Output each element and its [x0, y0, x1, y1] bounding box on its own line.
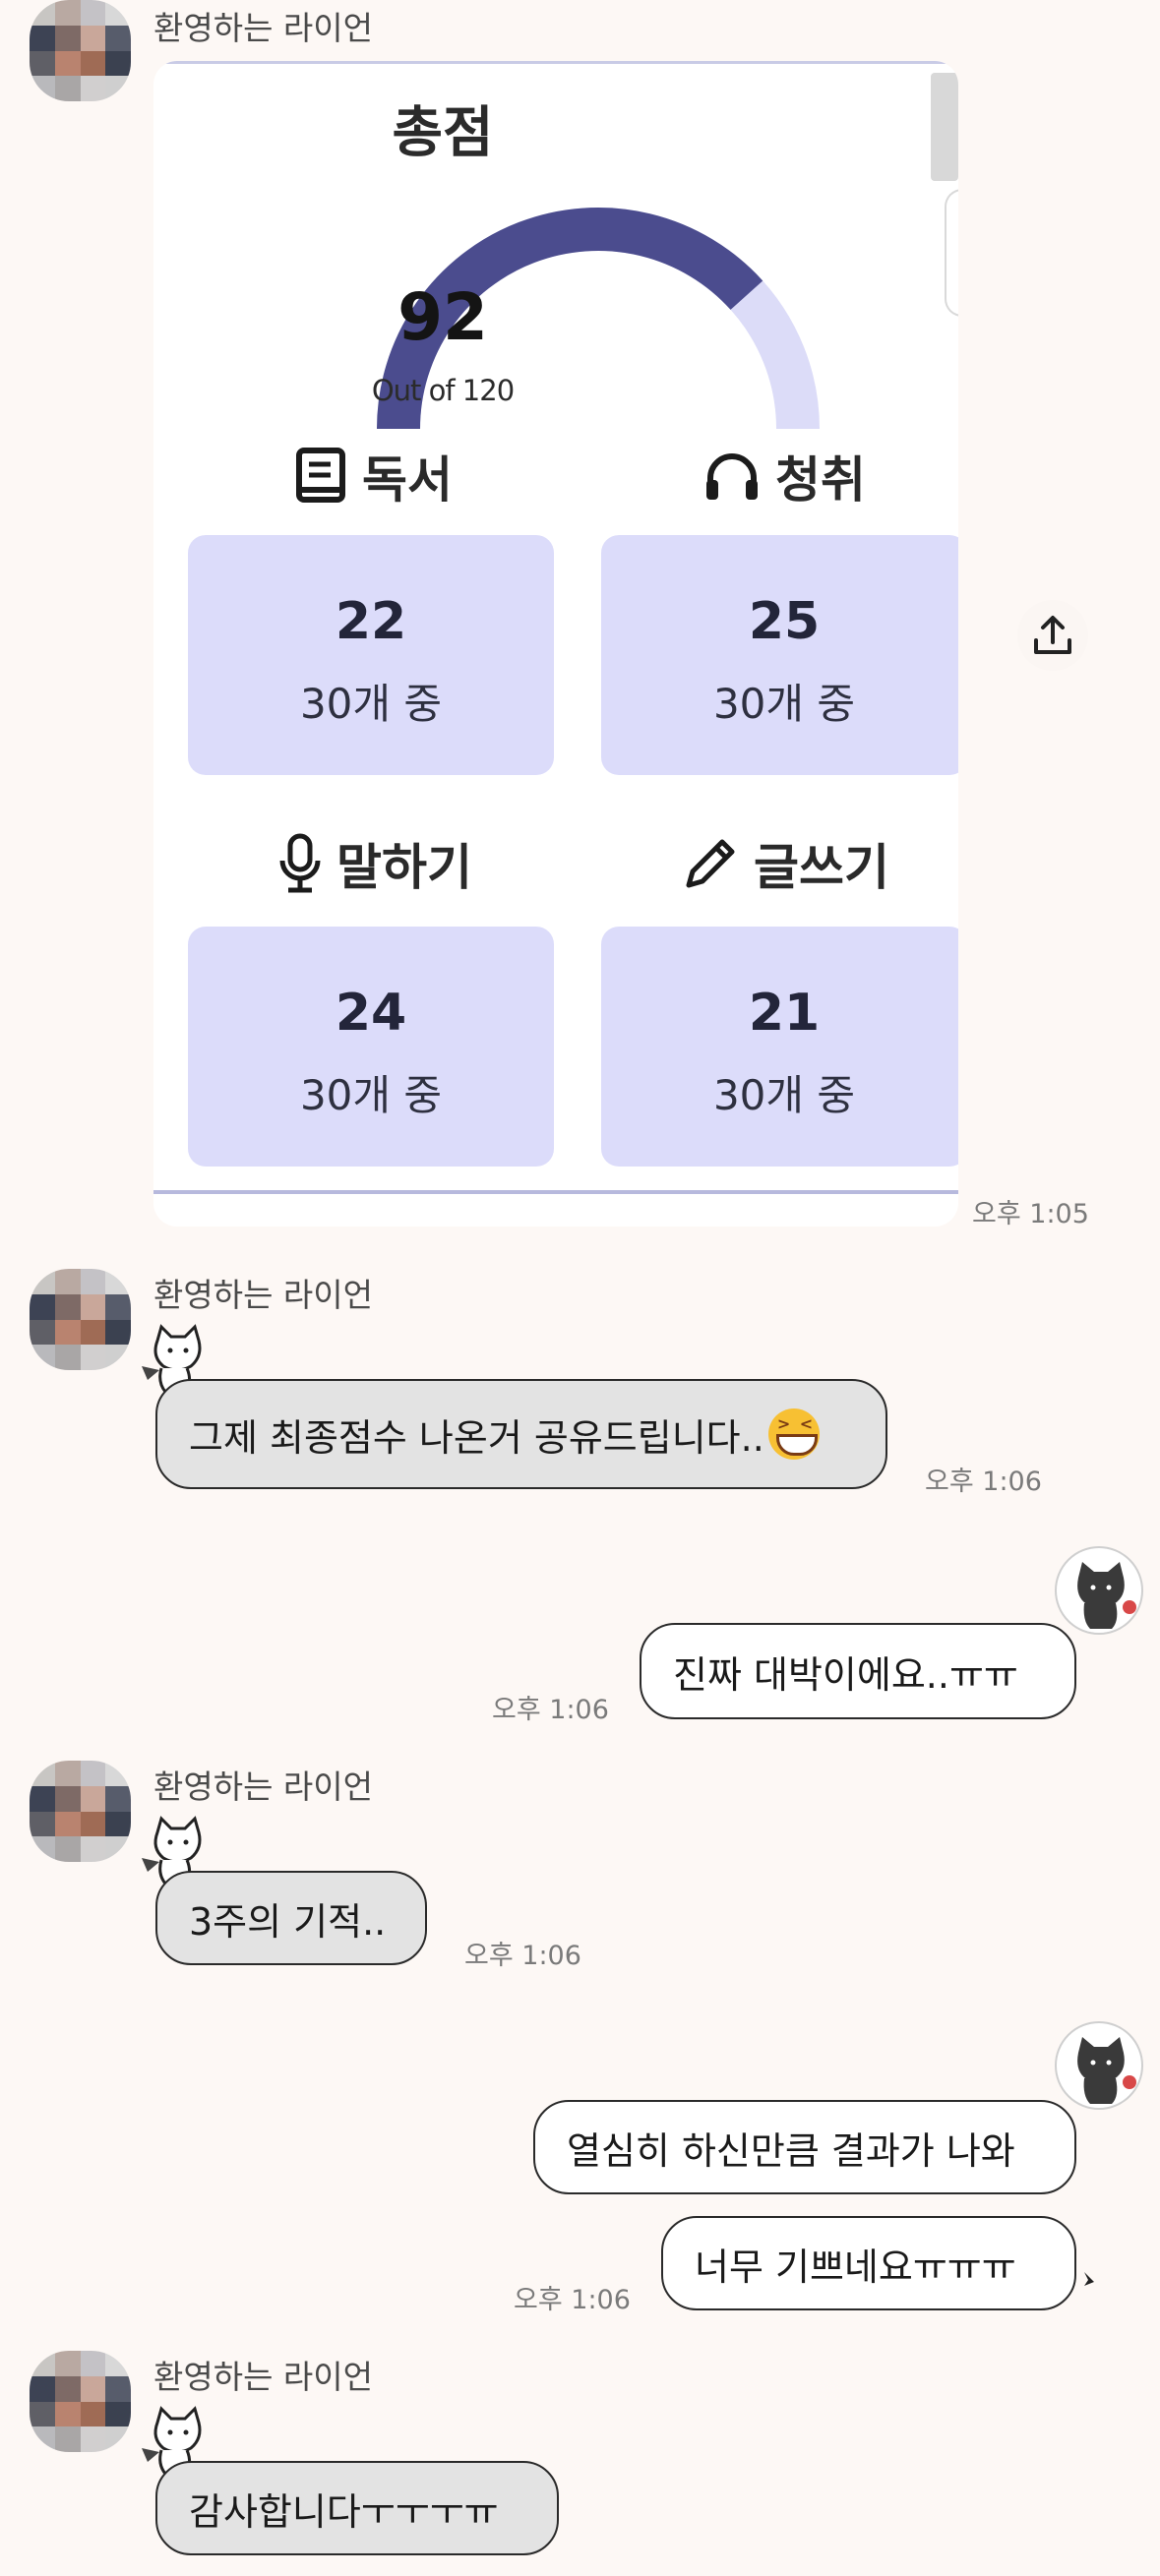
skill-listening-tile: 25 30개 중 [601, 535, 958, 775]
scrollbar [931, 73, 958, 181]
message-text: 그제 최종점수 나온거 공유드립니다.. [189, 1415, 764, 1460]
pencil-icon [686, 839, 735, 888]
skill-speaking-score: 24 [335, 984, 407, 1043]
skill-reading-header: 독서 [295, 441, 453, 511]
side-tab [945, 189, 958, 317]
my-avatar[interactable] [1055, 1546, 1143, 1635]
microphone-icon [279, 833, 321, 893]
score-out-of: Out of 120 [371, 374, 515, 407]
black-cat-icon [1077, 1562, 1136, 1629]
avatar[interactable] [30, 0, 131, 101]
skill-speaking-tile: 24 30개 중 [188, 927, 554, 1167]
my-avatar[interactable] [1055, 2021, 1143, 2110]
avatar[interactable] [30, 2351, 131, 2452]
sender-name: 환영하는 라이언 [153, 9, 374, 47]
message-time: 오후 1:06 [925, 1467, 1042, 1497]
message-text: 감사합니다ㅜㅜㅜㅠ [189, 2489, 499, 2534]
skill-writing-sub: 30개 중 [712, 1071, 856, 1119]
laughing-emoji-icon [767, 1408, 820, 1460]
book-icon [296, 448, 345, 503]
divider [153, 61, 958, 64]
score-card-image[interactable]: 총점 92 Out of 120 독서 청취 22 30개 중 25 30개 중 [153, 61, 958, 1227]
message-text: 열심히 하신만큼 결과가 나와 [567, 2128, 1015, 2173]
skill-writing-header: 글쓰기 [681, 828, 889, 899]
skill-listening-header: 청취 [702, 441, 866, 511]
skill-reading-score: 22 [335, 592, 407, 651]
skill-writing-tile: 21 30개 중 [601, 927, 958, 1167]
skill-reading-sub: 30개 중 [299, 680, 443, 728]
skill-speaking-header: 말하기 [277, 828, 472, 899]
sender-name: 환영하는 라이언 [153, 1767, 374, 1806]
skill-listening-sub: 30개 중 [712, 680, 856, 728]
message-bubble[interactable]: 그제 최종점수 나온거 공유드립니다.. [155, 1379, 887, 1489]
message-text: 진짜 대박이에요..ㅠㅠ [673, 1652, 1018, 1697]
black-cat-icon [1077, 2037, 1136, 2104]
share-button[interactable] [1017, 600, 1088, 671]
message-bubble[interactable]: 3주의 기적.. [155, 1871, 427, 1965]
message-bubble[interactable]: 너무 기쁘네요ㅠㅠㅠ [661, 2216, 1076, 2310]
skill-writing-score: 21 [748, 984, 821, 1043]
message-text: 너무 기쁘네요ㅠㅠㅠ [695, 2245, 1016, 2289]
total-score: 92 [397, 279, 488, 355]
message-time: 오후 1:06 [464, 1941, 581, 1971]
skill-reading-label: 독서 [362, 451, 453, 509]
skill-listening-label: 청취 [775, 451, 866, 509]
sender-name: 환영하는 라이언 [153, 2358, 374, 2396]
message-bubble[interactable]: 감사합니다ㅜㅜㅜㅠ [155, 2461, 559, 2555]
skill-reading-tile: 22 30개 중 [188, 535, 554, 775]
sender-name: 환영하는 라이언 [153, 1276, 374, 1314]
devil-tail-icon [1074, 2272, 1094, 2286]
skill-speaking-sub: 30개 중 [299, 1071, 443, 1119]
card-title: 총점 [392, 101, 494, 165]
message-time: 오후 1:06 [492, 1695, 609, 1725]
avatar[interactable] [30, 1269, 131, 1370]
message-text: 3주의 기적.. [189, 1899, 387, 1944]
headphones-icon [706, 453, 758, 500]
message-time: 오후 1:05 [972, 1199, 1089, 1229]
avatar[interactable] [30, 1761, 131, 1862]
share-icon [1034, 616, 1071, 654]
message-bubble[interactable]: 열심히 하신만큼 결과가 나와 [533, 2100, 1076, 2194]
skill-listening-score: 25 [748, 592, 821, 651]
message-time: 오후 1:06 [514, 2285, 631, 2315]
message-bubble[interactable]: 진짜 대박이에요..ㅠㅠ [640, 1623, 1076, 1719]
skill-speaking-label: 말하기 [336, 839, 472, 896]
divider [153, 1190, 958, 1194]
skill-writing-label: 글쓰기 [754, 839, 889, 896]
